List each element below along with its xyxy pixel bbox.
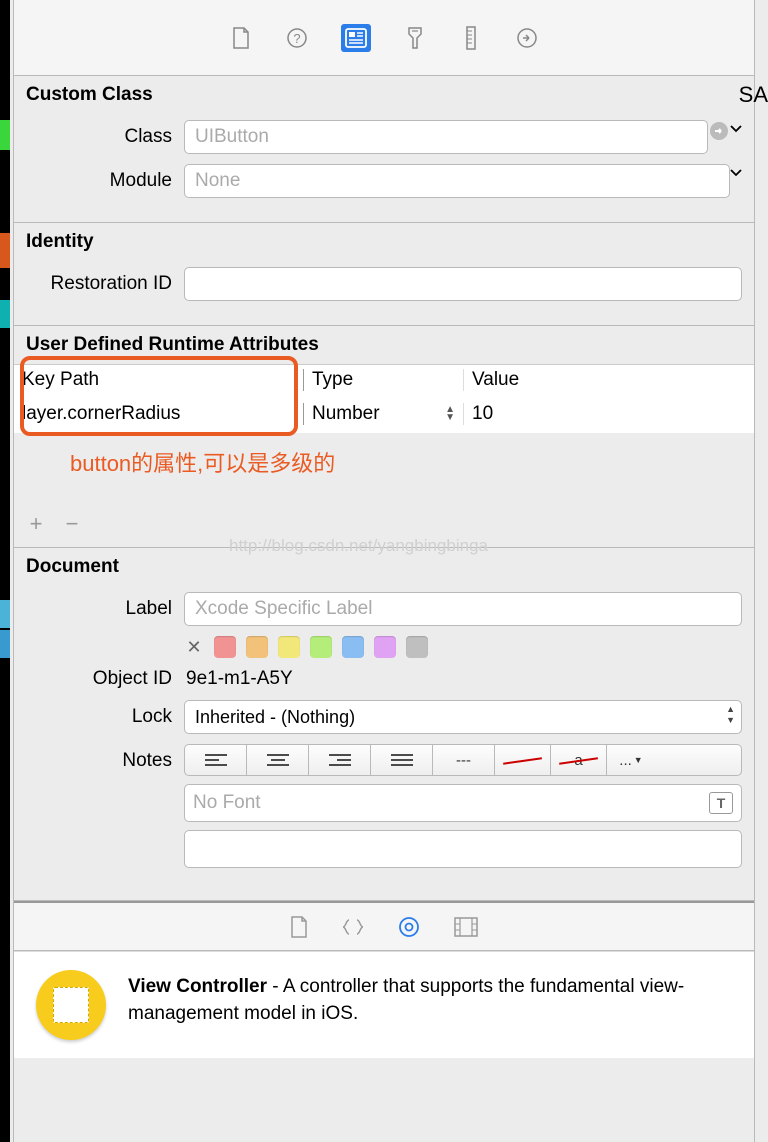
module-dropdown-button[interactable]	[730, 164, 742, 198]
document-section: Document Label ✕ Object ID 9e1-m1-A5Y	[14, 548, 754, 901]
notes-formatting-toolbar: --- a ...▼	[184, 744, 742, 776]
object-library-item[interactable]: View Controller - A controller that supp…	[14, 951, 754, 1058]
size-inspector-icon[interactable]	[459, 26, 483, 50]
module-label: Module	[26, 170, 184, 192]
library-tab-toolbar	[14, 901, 754, 951]
lock-label: Lock	[26, 706, 184, 728]
restoration-id-input[interactable]	[184, 267, 742, 301]
remove-attribute-button[interactable]: −	[62, 511, 82, 537]
identity-inspector-icon[interactable]	[341, 24, 371, 52]
align-center-button[interactable]	[247, 745, 309, 775]
strike-blank-button[interactable]	[495, 745, 551, 775]
font-placeholder: No Font	[193, 792, 261, 814]
objectid-label: Object ID	[26, 668, 184, 690]
notes-textbox[interactable]	[184, 830, 742, 868]
keypath-column-header[interactable]: Key Path	[14, 369, 304, 391]
type-cell[interactable]: Number ▲▼	[304, 403, 464, 425]
align-justify-button[interactable]	[371, 745, 433, 775]
custom-class-section: Custom Class Class Module	[14, 76, 754, 223]
inspector-panel: ? Custom Class Class	[13, 0, 755, 1142]
objectid-value: 9e1-m1-A5Y	[184, 668, 742, 690]
object-title: View Controller	[128, 976, 267, 997]
class-dropdown-button[interactable]	[730, 120, 742, 154]
color-swatch-blue[interactable]	[342, 636, 364, 658]
notes-label: Notes	[26, 744, 184, 772]
identity-title: Identity	[26, 231, 742, 253]
file-inspector-icon[interactable]	[229, 26, 253, 50]
align-left-button[interactable]	[185, 745, 247, 775]
media-library-icon[interactable]	[454, 917, 478, 937]
color-swatch-orange[interactable]	[246, 636, 268, 658]
align-right-button[interactable]	[309, 745, 371, 775]
color-swatch-green[interactable]	[310, 636, 332, 658]
color-swatch-purple[interactable]	[374, 636, 396, 658]
more-formatting-button[interactable]: ...▼	[607, 745, 655, 775]
file-template-library-icon[interactable]	[290, 916, 308, 938]
notes-font-row[interactable]: No Font T	[184, 784, 742, 822]
runtime-attributes-title: User Defined Runtime Attributes	[14, 334, 754, 364]
label-label: Label	[26, 598, 184, 620]
inspector-tab-toolbar: ?	[14, 0, 754, 76]
table-header-row: Key Path Type Value	[14, 365, 754, 395]
type-stepper-icon[interactable]: ▲▼	[445, 406, 455, 422]
document-title: Document	[26, 556, 742, 578]
class-label: Class	[26, 126, 184, 148]
add-attribute-button[interactable]: +	[26, 511, 46, 537]
cropped-text: SA	[739, 82, 768, 108]
connections-inspector-icon[interactable]	[515, 26, 539, 50]
color-swatch-yellow[interactable]	[278, 636, 300, 658]
table-row[interactable]: layer.cornerRadius Number ▲▼ 10	[14, 395, 754, 433]
clear-label-color-button[interactable]: ✕	[184, 637, 204, 658]
module-input[interactable]	[184, 164, 730, 198]
lock-value: Inherited - (Nothing)	[195, 707, 355, 728]
restoration-id-label: Restoration ID	[26, 273, 184, 295]
identity-section: Identity Restoration ID	[14, 223, 754, 326]
color-swatch-gray[interactable]	[406, 636, 428, 658]
color-swatch-row: ✕	[184, 636, 742, 658]
keypath-cell[interactable]: layer.cornerRadius	[14, 403, 304, 425]
annotation-text: button的属性,可以是多级的	[70, 446, 335, 478]
svg-text:?: ?	[293, 31, 300, 46]
custom-class-title: Custom Class	[26, 84, 742, 106]
label-input[interactable]	[184, 592, 742, 626]
value-cell[interactable]: 10	[464, 403, 754, 425]
lock-select[interactable]: Inherited - (Nothing) ▲▼	[184, 700, 742, 734]
lock-stepper-icon: ▲▼	[726, 704, 735, 725]
color-swatch-red[interactable]	[214, 636, 236, 658]
runtime-attributes-section: User Defined Runtime Attributes Key Path…	[14, 326, 754, 548]
watermark-text: http://blog.csdn.net/yangbingbinga	[229, 536, 488, 556]
object-description: View Controller - A controller that supp…	[128, 970, 732, 1027]
attributes-inspector-icon[interactable]	[403, 26, 427, 50]
type-cell-value: Number	[312, 403, 380, 425]
font-picker-icon[interactable]: T	[709, 792, 733, 814]
value-column-header[interactable]: Value	[464, 369, 754, 391]
dash-button[interactable]: ---	[433, 745, 495, 775]
class-input[interactable]	[184, 120, 708, 154]
type-column-header[interactable]: Type	[304, 369, 464, 391]
view-controller-icon	[36, 970, 106, 1040]
class-link-icon	[708, 120, 730, 154]
object-library-icon[interactable]	[398, 916, 420, 938]
code-snippet-library-icon[interactable]	[342, 917, 364, 937]
help-inspector-icon[interactable]: ?	[285, 26, 309, 50]
strike-a-button[interactable]: a	[551, 745, 607, 775]
runtime-attributes-table[interactable]: Key Path Type Value layer.cornerRadius N…	[14, 364, 754, 433]
